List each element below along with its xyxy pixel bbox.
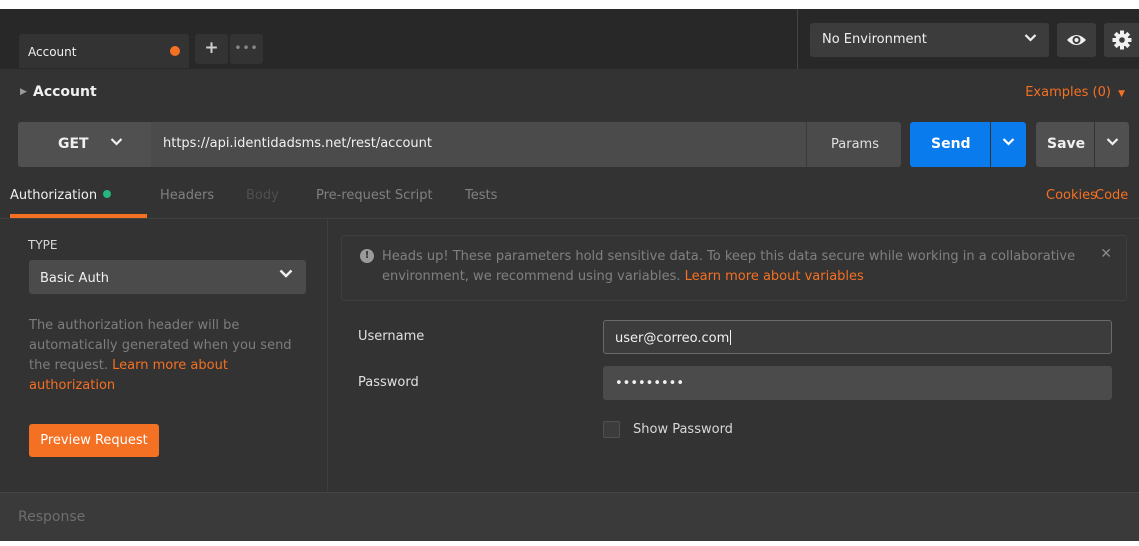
method-select[interactable]: GET <box>18 122 151 167</box>
sensitive-data-notice: ! Heads up! These parameters hold sensit… <box>341 235 1127 301</box>
tab-tests[interactable]: Tests <box>465 188 497 203</box>
more-tabs-button[interactable]: ••• <box>230 34 263 64</box>
tab-headers[interactable]: Headers <box>160 188 214 203</box>
unsaved-dot-icon <box>170 46 180 56</box>
manage-environments-button[interactable] <box>1104 23 1139 57</box>
url-input[interactable]: https://api.identidadsms.net/rest/accoun… <box>151 122 806 167</box>
divider <box>797 9 798 69</box>
auth-type-select[interactable]: Basic Auth <box>29 260 306 294</box>
show-password-checkbox[interactable] <box>603 421 620 438</box>
tab-authorization[interactable]: Authorization <box>10 188 112 203</box>
request-subtabs: Authorization Headers Body Pre-request S… <box>0 179 1139 219</box>
active-dot-icon <box>103 190 112 198</box>
username-label: Username <box>358 329 425 344</box>
password-label: Password <box>358 375 419 390</box>
tab-pre-request-script[interactable]: Pre-request Script <box>316 188 433 203</box>
cookies-link[interactable]: Cookies <box>1046 188 1097 203</box>
username-value: user@correo.com <box>615 330 732 346</box>
params-button[interactable]: Params <box>806 122 901 167</box>
password-value: ••••••••• <box>615 376 685 391</box>
auth-type-panel: TYPE Basic Auth The authorization header… <box>0 220 328 491</box>
tab-authorization-label: Authorization <box>10 188 98 203</box>
chevron-down-icon <box>110 136 123 150</box>
environment-quick-look-button[interactable] <box>1057 23 1096 57</box>
send-label: Send <box>931 136 971 152</box>
notice-text: Heads up! These parameters hold sensitiv… <box>382 247 1097 287</box>
gear-icon <box>1112 30 1132 54</box>
preview-request-button[interactable]: Preview Request <box>29 424 159 457</box>
save-label: Save <box>1047 136 1086 152</box>
examples-dropdown[interactable]: Examples (0) ▼ <box>1025 85 1125 100</box>
postman-app: Account + ••• No Environment ▶ Account E… <box>0 9 1139 541</box>
chevron-down-icon <box>1002 136 1015 150</box>
examples-label: Examples (0) <box>1025 85 1111 100</box>
environment-value: No Environment <box>822 32 927 47</box>
params-label: Params <box>831 137 879 152</box>
close-icon[interactable]: ✕ <box>1100 246 1112 262</box>
caret-down-icon: ▼ <box>1118 89 1125 99</box>
info-icon: ! <box>360 249 374 263</box>
tab-bar: Account + ••• No Environment <box>0 9 1139 69</box>
learn-more-variables-link[interactable]: Learn more about variables <box>685 269 864 284</box>
tab-body[interactable]: Body <box>246 188 279 203</box>
request-tab-label: Account <box>28 45 77 59</box>
new-tab-button[interactable]: + <box>195 34 228 64</box>
send-button[interactable]: Send <box>910 122 990 167</box>
eye-icon <box>1066 32 1087 52</box>
request-tab[interactable]: Account <box>19 34 189 68</box>
chevron-down-icon <box>1106 136 1119 150</box>
type-label: TYPE <box>28 238 58 252</box>
response-label: Response <box>18 509 86 525</box>
method-value: GET <box>58 136 89 152</box>
environment-select[interactable]: No Environment <box>810 23 1049 57</box>
request-name-row: ▶ Account Examples (0) ▼ <box>0 69 1139 115</box>
password-field[interactable]: ••••••••• <box>603 366 1112 400</box>
url-value: https://api.identidadsms.net/rest/accoun… <box>163 136 432 151</box>
code-link[interactable]: Code <box>1095 188 1128 203</box>
send-options-button[interactable] <box>991 122 1026 167</box>
auth-description: The authorization header will be automat… <box>29 316 299 396</box>
response-pane: Response <box>0 492 1139 541</box>
request-name[interactable]: Account <box>33 84 97 100</box>
chevron-down-icon <box>279 268 293 283</box>
show-password-label[interactable]: Show Password <box>633 422 733 437</box>
username-field[interactable]: user@correo.com <box>603 320 1112 354</box>
save-options-button[interactable] <box>1095 122 1129 167</box>
save-button[interactable]: Save <box>1036 122 1094 167</box>
chevron-down-icon <box>1024 32 1037 46</box>
auth-type-value: Basic Auth <box>40 271 110 286</box>
active-tab-indicator <box>10 214 147 218</box>
caret-right-icon[interactable]: ▶ <box>20 87 27 97</box>
